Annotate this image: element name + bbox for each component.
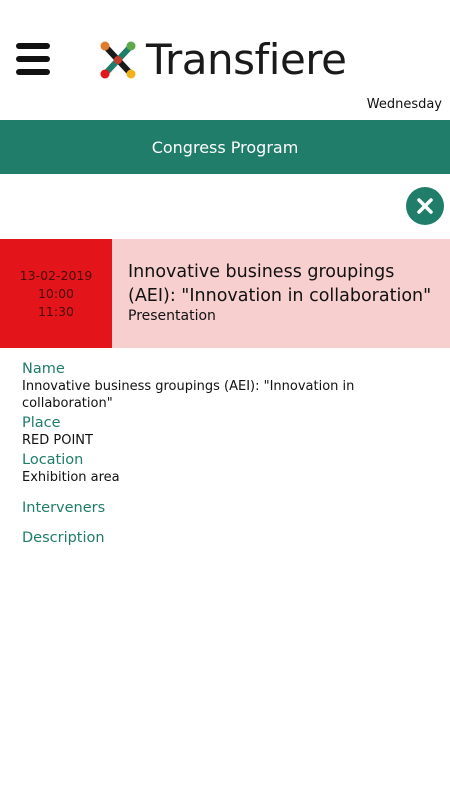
- app-header: Transfiere Wednesday: [0, 0, 450, 120]
- brand-logo: Transfiere: [96, 35, 347, 84]
- place-label: Place: [22, 415, 61, 431]
- hamburger-menu-icon[interactable]: [16, 43, 50, 75]
- brand-name: Transfiere: [146, 35, 347, 84]
- close-icon: [417, 198, 433, 214]
- location-value: Exhibition area: [22, 470, 120, 485]
- day-label: Wednesday: [366, 97, 442, 112]
- event-type: Presentation: [128, 308, 216, 324]
- transfiere-logo-icon: [100, 41, 136, 79]
- event-info: Innovative business groupings (AEI): "In…: [112, 239, 450, 348]
- event-title: Innovative business groupings (AEI): "In…: [128, 262, 432, 306]
- interveners-label: Interveners: [22, 500, 106, 516]
- event-end-time: 11:30: [37, 303, 75, 319]
- event-time-block: 13-02-2019 10:00 11:30: [0, 239, 112, 348]
- description-label: Description: [22, 530, 105, 546]
- section-title-bar: Congress Program: [0, 120, 450, 174]
- name-label: Name: [22, 361, 65, 377]
- place-value: RED POINT: [22, 433, 93, 448]
- name-value: Innovative business groupings (AEI): "In…: [22, 379, 355, 411]
- close-button[interactable]: [406, 187, 444, 225]
- location-label: Location: [22, 452, 84, 468]
- event-start-time: 10:00: [37, 285, 75, 301]
- event-card: 13-02-2019 10:00 11:30 Innovative busine…: [0, 239, 450, 348]
- section-title: Congress Program: [151, 137, 299, 157]
- event-date: 13-02-2019: [19, 267, 93, 283]
- event-details: Name Innovative business groupings (AEI)…: [22, 360, 432, 547]
